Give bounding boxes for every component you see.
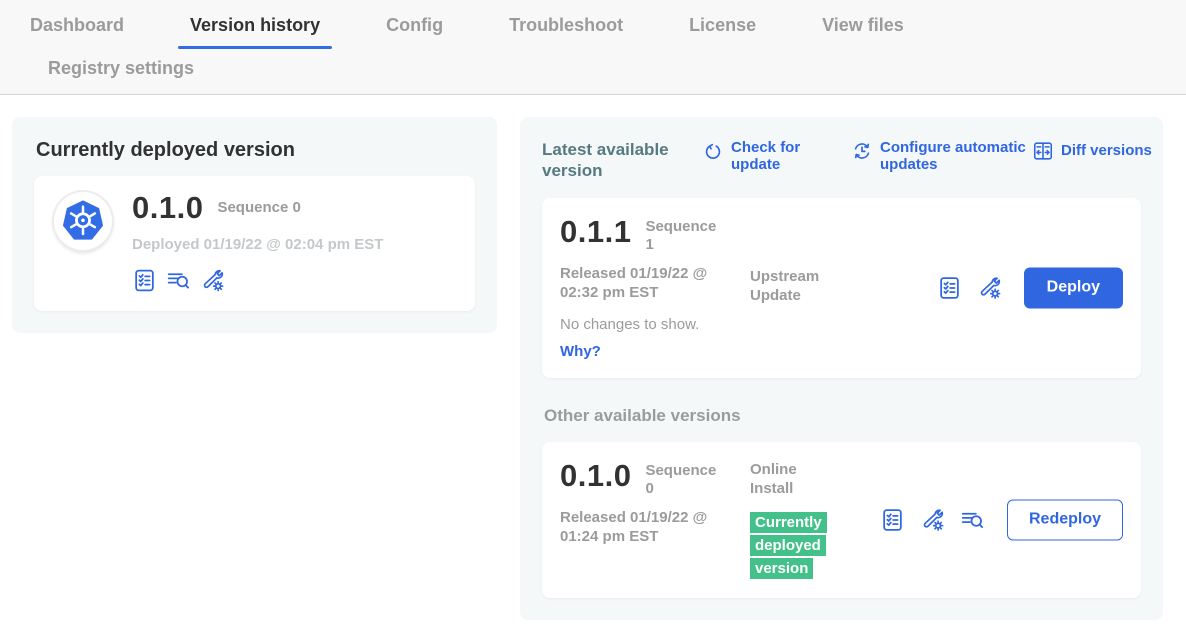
other-version-number: 0.1.0 xyxy=(560,460,631,491)
other-version-info: 0.1.0 Sequence 0 Released 01/19/22 @ 01:… xyxy=(560,460,750,581)
no-changes-note: No changes to show. xyxy=(560,316,750,333)
deployed-version-number: 0.1.0 xyxy=(132,192,203,223)
other-sequence-label: Sequence 0 xyxy=(645,462,719,498)
other-source-label: Online Install xyxy=(750,460,832,499)
diff-versions-label: Diff versions xyxy=(1061,142,1152,159)
deployed-timestamp: Deployed 01/19/22 @ 02:04 pm EST xyxy=(132,236,383,253)
edit-config-icon[interactable] xyxy=(977,275,1002,300)
currently-deployed-badge: Currently deployed version xyxy=(750,511,836,581)
check-for-update-label: Check for update xyxy=(731,139,809,174)
available-header: Latest available version Check for updat… xyxy=(542,139,1141,182)
other-version-actions: Redeploy xyxy=(880,499,1123,540)
tab-view-files[interactable]: View files xyxy=(822,15,904,49)
tab-dashboard[interactable]: Dashboard xyxy=(30,15,124,49)
deployed-panel-title: Currently deployed version xyxy=(36,139,475,162)
tab-registry-settings[interactable]: Registry settings xyxy=(48,58,1186,79)
latest-version-info: 0.1.1 Sequence 1 Released 01/19/22 @ 02:… xyxy=(560,216,750,360)
auto-update-icon xyxy=(851,140,873,162)
edit-config-icon[interactable] xyxy=(920,507,945,532)
latest-version-source: Upstream Update xyxy=(750,216,870,360)
diff-versions-link[interactable]: Diff versions xyxy=(1032,139,1152,162)
preflight-checks-icon[interactable] xyxy=(937,275,962,300)
available-versions-panel: Latest available version Check for updat… xyxy=(520,117,1163,620)
latest-released-timestamp: Released 01/19/22 @ 02:32 pm EST xyxy=(560,264,726,303)
deployed-version-info: 0.1.0 Sequence 0 Deployed 01/19/22 @ 02:… xyxy=(132,192,383,293)
currently-deployed-panel: Currently deployed version 0.1.0 Sequenc… xyxy=(12,117,497,333)
other-released-timestamp: Released 01/19/22 @ 01:24 pm EST xyxy=(560,508,726,547)
refresh-icon xyxy=(702,140,724,162)
tab-license[interactable]: License xyxy=(689,15,756,49)
other-version-source: Online Install Currently deployed versio… xyxy=(750,460,870,581)
configure-automatic-updates-label: Configure automatic updates xyxy=(880,139,1032,174)
preflight-checks-icon[interactable] xyxy=(880,507,905,532)
deployed-action-icons xyxy=(132,268,383,293)
preflight-checks-icon[interactable] xyxy=(132,268,157,293)
configure-automatic-updates-link[interactable]: Configure automatic updates xyxy=(851,139,1032,174)
tab-version-history[interactable]: Version history xyxy=(190,15,320,49)
latest-version-actions: Deploy xyxy=(937,267,1123,308)
nav-row-secondary: Registry settings xyxy=(0,49,1186,94)
top-nav: Dashboard Version history Config Trouble… xyxy=(0,0,1186,95)
latest-version-card: 0.1.1 Sequence 1 Released 01/19/22 @ 02:… xyxy=(542,198,1141,378)
tab-troubleshoot[interactable]: Troubleshoot xyxy=(509,15,623,49)
latest-source-label: Upstream Update xyxy=(750,267,832,306)
tab-config[interactable]: Config xyxy=(386,15,443,49)
kubernetes-logo-icon xyxy=(61,199,105,243)
nav-row-primary: Dashboard Version history Config Trouble… xyxy=(0,15,1186,49)
version-history-page: Currently deployed version 0.1.0 Sequenc… xyxy=(0,95,1186,640)
check-for-update-link[interactable]: Check for update xyxy=(702,139,809,174)
why-link[interactable]: Why? xyxy=(560,343,750,360)
latest-sequence-label: Sequence 1 xyxy=(645,218,719,254)
currently-deployed-badge-text: Currently deployed version xyxy=(750,512,827,580)
other-version-card: 0.1.0 Sequence 0 Released 01/19/22 @ 01:… xyxy=(542,442,1141,599)
deploy-button[interactable]: Deploy xyxy=(1024,267,1123,308)
deployed-version-card: 0.1.0 Sequence 0 Deployed 01/19/22 @ 02:… xyxy=(34,176,475,311)
view-files-icon[interactable] xyxy=(960,507,985,532)
diff-icon xyxy=(1032,140,1054,162)
edit-config-icon[interactable] xyxy=(200,268,225,293)
other-versions-heading: Other available versions xyxy=(544,406,1141,426)
deployed-sequence-label: Sequence 0 xyxy=(217,199,300,216)
view-files-icon[interactable] xyxy=(166,268,191,293)
redeploy-button[interactable]: Redeploy xyxy=(1007,499,1123,540)
latest-available-title: Latest available version xyxy=(542,139,676,182)
latest-version-number: 0.1.1 xyxy=(560,216,631,247)
app-logo xyxy=(54,192,112,250)
